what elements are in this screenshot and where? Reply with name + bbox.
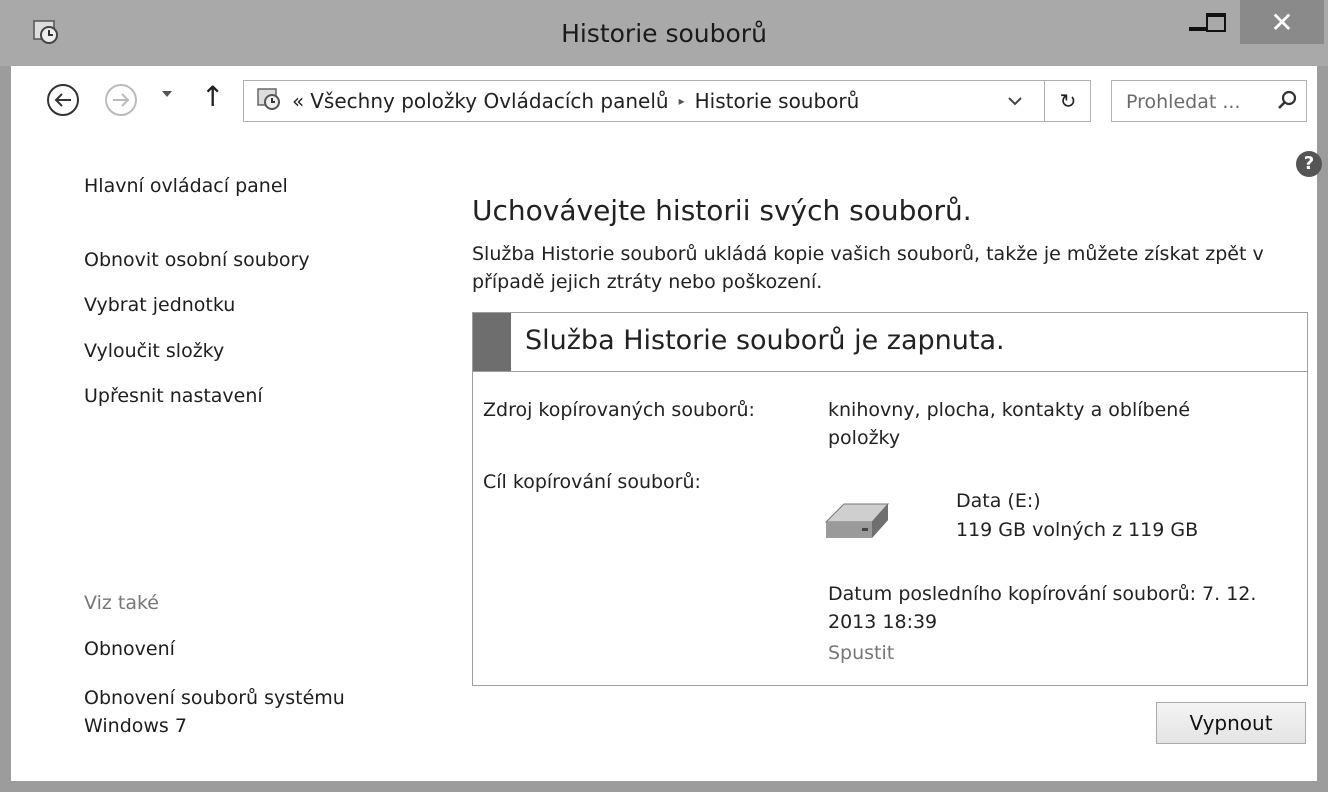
source-value: knihovny, plocha, kontakty a oblíbené po… bbox=[828, 399, 1191, 449]
sidebar-item-control-panel-home[interactable]: Hlavní ovládací panel bbox=[84, 175, 288, 197]
status-title: Služba Historie souborů je zapnuta. bbox=[525, 325, 1005, 356]
target-label: Cíl kopírování souborů: bbox=[483, 471, 701, 493]
address-bar[interactable]: « Všechny položky Ovládacích panelů ▸ Hi… bbox=[243, 80, 1091, 122]
page-description: Služba Historie souborů ukládá kopie vaš… bbox=[472, 243, 1264, 293]
last-copy-date: Datum posledního kopírování souborů: 7. … bbox=[828, 583, 1257, 633]
refresh-icon: ↻ bbox=[1059, 89, 1077, 113]
recent-locations-button[interactable] bbox=[161, 86, 173, 102]
file-history-location-icon bbox=[256, 86, 282, 117]
breadcrumb-prefix[interactable]: « bbox=[292, 89, 304, 113]
sidebar-item-select-drive[interactable]: Vybrat jednotku bbox=[84, 294, 235, 316]
drive-name: Data (E:) bbox=[956, 490, 1041, 512]
sidebar-item-recovery[interactable]: Obnovení bbox=[84, 638, 175, 660]
status-panel-header: Služba Historie souborů je zapnuta. bbox=[473, 313, 1307, 372]
drive-free-space: 119 GB volných z 119 GB bbox=[956, 519, 1199, 541]
title-bar[interactable]: Historie souborů ✕ bbox=[0, 0, 1328, 66]
navigation-bar: ↑ « Všechny položky Ovládacích panelů ▸ … bbox=[11, 66, 1317, 150]
sidebar-item-windows7-file-recovery[interactable]: Obnovení souborů systému Windows 7 bbox=[84, 684, 404, 740]
back-button[interactable] bbox=[47, 84, 79, 116]
breadcrumb-item-file-history[interactable]: Historie souborů bbox=[695, 89, 860, 113]
search-box[interactable] bbox=[1111, 80, 1307, 123]
up-arrow-icon: ↑ bbox=[201, 80, 225, 113]
maximize-icon bbox=[1206, 12, 1226, 32]
sidebar-item-advanced-settings[interactable]: Upřesnit nastavení bbox=[84, 385, 263, 407]
turn-off-button[interactable]: Vypnout bbox=[1156, 702, 1306, 744]
search-icon[interactable] bbox=[1276, 89, 1298, 115]
maximize-button[interactable] bbox=[1190, 0, 1242, 44]
status-indicator bbox=[473, 313, 511, 371]
breadcrumb-separator-icon[interactable]: ▸ bbox=[679, 94, 685, 108]
see-also-header: Viz také bbox=[84, 592, 159, 614]
hard-drive-icon bbox=[822, 490, 892, 554]
refresh-button[interactable]: ↻ bbox=[1044, 81, 1091, 121]
source-label: Zdroj kopírovaných souborů: bbox=[483, 399, 755, 421]
close-icon: ✕ bbox=[1270, 5, 1294, 39]
up-button[interactable]: ↑ bbox=[201, 80, 224, 113]
back-arrow-icon bbox=[54, 93, 71, 107]
run-now-link[interactable]: Spustit bbox=[828, 639, 894, 667]
forward-arrow-icon bbox=[113, 93, 130, 107]
forward-button[interactable] bbox=[105, 84, 137, 116]
search-input[interactable] bbox=[1112, 81, 1288, 123]
close-button[interactable]: ✕ bbox=[1240, 0, 1324, 44]
window-title: Historie souborů bbox=[561, 19, 767, 48]
address-dropdown-icon[interactable] bbox=[1008, 91, 1022, 110]
breadcrumb-item-all-control-panel[interactable]: Všechny položky Ovládacích panelů bbox=[310, 89, 668, 113]
sidebar-item-exclude-folders[interactable]: Vyloučit složky bbox=[84, 340, 224, 362]
help-icon[interactable]: ? bbox=[1296, 151, 1322, 177]
chevron-down-icon bbox=[162, 91, 172, 97]
sidebar-item-restore-files[interactable]: Obnovit osobní soubory bbox=[84, 249, 310, 271]
page-heading: Uchovávejte historii svých souborů. bbox=[472, 194, 972, 227]
